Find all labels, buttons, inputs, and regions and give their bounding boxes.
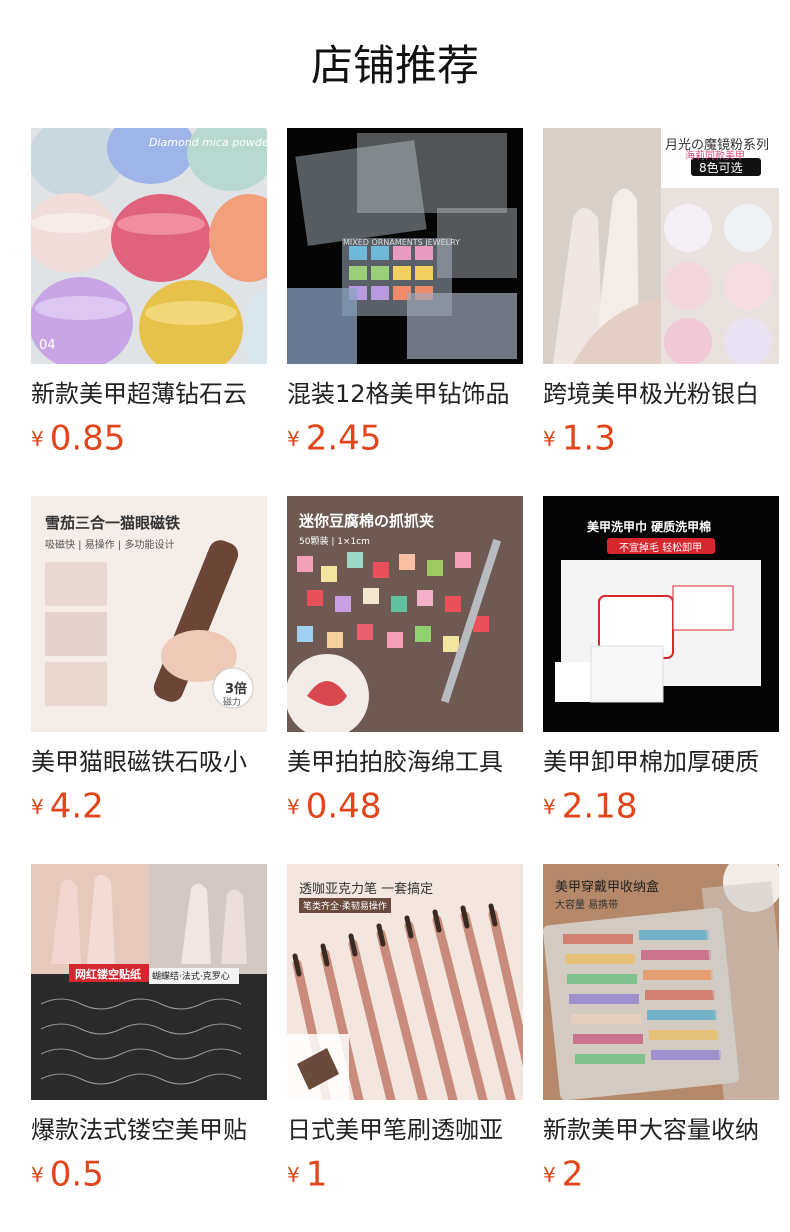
price-value: 1 [305,1154,328,1195]
product-name[interactable]: 爆款法式镂空美甲贴 [31,1114,267,1146]
image-badge-label: 磁力 [223,698,242,708]
product-price: ¥0.5 [31,1154,267,1195]
currency-symbol: ¥ [543,1162,556,1187]
product-card[interactable]: 雪茄三合一猫眼磁铁 吸磁快 | 易操作 | 多功能设计 3倍 磁力 美甲猫眼磁铁… [31,496,267,836]
product-price: ¥0.85 [31,418,267,459]
currency-symbol: ¥ [287,426,300,451]
product-card[interactable]: 美甲穿戴甲收纳盒 大容量 易携带 新款美甲大容量收纳 ¥2 [543,864,779,1204]
product-price: ¥1 [287,1154,523,1195]
image-number: 04 [39,338,56,353]
product-name[interactable]: 混装12格美甲钻饰品 [287,378,523,410]
product-card[interactable]: 美甲洗甲巾 硬质洗甲棉 不宜掉毛 轻松卸甲 美甲卸甲棉加厚硬质 ¥2.18 [543,496,779,836]
product-card[interactable]: 月光の魔镜粉系列 海莉同款美甲 8色可选 跨境美甲极光粉银白 ¥1.3 [543,128,779,468]
currency-symbol: ¥ [31,794,44,819]
product-grid: Diamond mica powder 04 新款美甲超薄钻石云 ¥0.85 M… [31,128,790,1204]
product-card[interactable]: Diamond mica powder 04 新款美甲超薄钻石云 ¥0.85 [31,128,267,468]
image-heading: 网红镂空贴纸 [75,968,141,981]
product-image[interactable]: 雪茄三合一猫眼磁铁 吸磁快 | 易操作 | 多功能设计 3倍 磁力 [31,496,267,732]
image-heading: 迷你豆腐棉の抓抓夹 [299,512,435,530]
product-image[interactable]: 迷你豆腐棉の抓抓夹 50颗装 | 1×1cm [287,496,523,732]
product-price: ¥1.3 [543,418,779,459]
product-image[interactable]: 透咖亚克力笔 一套搞定 笔类齐全·柔韧易操作 [287,864,523,1100]
image-subheading: 大容量 易携带 [555,900,619,911]
product-image[interactable]: Diamond mica powder 04 [31,128,267,364]
price-value: 2.45 [305,418,382,459]
image-heading: 雪茄三合一猫眼磁铁 [45,514,181,532]
image-caption: Diamond mica powder [149,136,267,149]
price-value: 2.18 [561,786,638,827]
currency-symbol: ¥ [31,1162,44,1187]
product-name[interactable]: 跨境美甲极光粉银白 [543,378,779,410]
product-card[interactable]: 网红镂空贴纸 蝴蝶结·法式·克罗心 爆款法式镂空美甲贴 ¥0.5 [31,864,267,1204]
price-value: 4.2 [49,786,104,827]
image-badge: 8色可选 [699,161,743,175]
product-name[interactable]: 新款美甲超薄钻石云 [31,378,267,410]
price-value: 2 [561,1154,584,1195]
product-card[interactable]: 迷你豆腐棉の抓抓夹 50颗装 | 1×1cm 美甲拍拍胶海绵工具 ¥0.48 [287,496,523,836]
image-subheading: 不宜掉毛 轻松卸甲 [619,543,703,554]
product-price: ¥0.48 [287,786,523,827]
product-card[interactable]: MIXED ORNAMENTS JEWELRY 混装12格美甲钻饰品 ¥2.45 [287,128,523,468]
currency-symbol: ¥ [287,794,300,819]
price-value: 0.5 [49,1154,104,1195]
currency-symbol: ¥ [543,426,556,451]
product-name[interactable]: 美甲猫眼磁铁石吸小 [31,746,267,778]
product-card[interactable]: 透咖亚克力笔 一套搞定 笔类齐全·柔韧易操作 日式美甲笔刷透咖亚 ¥1 [287,864,523,1204]
image-subheading: 笔类齐全·柔韧易操作 [299,898,391,913]
price-value: 0.48 [305,786,382,827]
product-name[interactable]: 新款美甲大容量收纳 [543,1114,779,1146]
currency-symbol: ¥ [543,794,556,819]
product-image[interactable]: 网红镂空贴纸 蝴蝶结·法式·克罗心 [31,864,267,1100]
product-image[interactable]: 美甲穿戴甲收纳盒 大容量 易携带 [543,864,779,1100]
product-name[interactable]: 美甲拍拍胶海绵工具 [287,746,523,778]
image-heading: 美甲洗甲巾 硬质洗甲棉 [587,520,712,534]
currency-symbol: ¥ [31,426,44,451]
product-image[interactable]: 美甲洗甲巾 硬质洗甲棉 不宜掉毛 轻松卸甲 [543,496,779,732]
image-heading: 美甲穿戴甲收纳盒 [555,880,660,895]
product-name[interactable]: 日式美甲笔刷透咖亚 [287,1114,523,1146]
image-caption: MIXED ORNAMENTS JEWELRY [343,238,461,247]
price-value: 1.3 [561,418,616,459]
currency-symbol: ¥ [287,1162,300,1187]
product-image[interactable]: MIXED ORNAMENTS JEWELRY [287,128,523,364]
product-image[interactable]: 月光の魔镜粉系列 海莉同款美甲 8色可选 [543,128,779,364]
image-subheading: 50颗装 | 1×1cm [299,537,370,547]
product-price: ¥2 [543,1154,779,1195]
product-name[interactable]: 美甲卸甲棉加厚硬质 [543,746,779,778]
image-subheading: 蝴蝶结·法式·克罗心 [152,972,230,982]
price-value: 0.85 [49,418,126,459]
page-title: 店铺推荐 [310,41,479,90]
product-price: ¥2.45 [287,418,523,459]
product-price: ¥2.18 [543,786,779,827]
image-subheading: 吸磁快 | 易操作 | 多功能设计 [45,540,175,551]
image-heading: 透咖亚克力笔 一套搞定 [299,882,434,897]
product-price: ¥4.2 [31,786,267,827]
